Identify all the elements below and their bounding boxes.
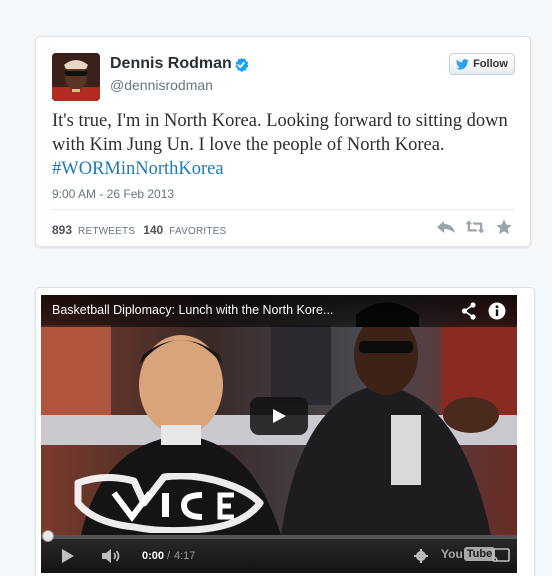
tweet-actions [436, 219, 514, 235]
settings-gear-icon[interactable] [414, 549, 428, 563]
progress-scrubber[interactable] [42, 530, 54, 542]
cast-icon[interactable] [492, 548, 510, 563]
follow-button[interactable]: Follow [449, 53, 515, 75]
embedded-tweet: Dennis Rodman @dennisrodman Follow It's … [35, 36, 531, 247]
youtube-logo-tube: Tube [463, 547, 496, 561]
retweet-icon[interactable] [465, 219, 485, 235]
verified-badge-icon [235, 57, 249, 73]
tweet-body: It's true, I'm in North Korea. Looking f… [52, 109, 522, 181]
player-controls: 0:00 / 4:17 You Tube [41, 530, 517, 573]
hashtag-link[interactable]: #WORMinNorthKorea [52, 159, 224, 179]
favorite-icon[interactable] [494, 219, 514, 235]
volume-icon[interactable] [101, 548, 121, 564]
time-separator: / [167, 550, 171, 562]
info-icon[interactable] [488, 302, 506, 320]
favorite-label: FAVORITES [169, 226, 227, 237]
twitter-bird-icon [456, 58, 469, 70]
video-title-bar: Basketball Diplomacy: Lunch with the Nor… [41, 295, 517, 327]
follow-label: Follow [473, 58, 508, 70]
video-play-button[interactable] [250, 397, 308, 435]
tweet-timestamp[interactable]: 9:00 AM - 26 Feb 2013 [52, 187, 174, 201]
favorite-count[interactable]: 140 [143, 223, 163, 237]
reply-icon[interactable] [436, 219, 456, 235]
video-duration: 4:17 [174, 550, 196, 562]
video-title[interactable]: Basketball Diplomacy: Lunch with the Nor… [52, 303, 333, 317]
user-avatar[interactable] [52, 53, 100, 101]
retweet-count[interactable]: 893 [52, 223, 72, 237]
retweet-label: RETWEETS [78, 226, 136, 237]
divider [52, 209, 514, 210]
tweet-text: It's true, I'm in North Korea. Looking f… [52, 111, 508, 155]
tweet-stats: 893 RETWEETS 140 FAVORITES [52, 223, 226, 237]
youtube-player[interactable]: Basketball Diplomacy: Lunch with the Nor… [41, 295, 517, 573]
author-name[interactable]: Dennis Rodman [110, 55, 232, 73]
play-pause-icon[interactable] [61, 549, 75, 563]
progress-bar[interactable] [41, 530, 517, 542]
author-handle[interactable]: @dennisrodman [110, 77, 213, 93]
embedded-video-card: Basketball Diplomacy: Lunch with the Nor… [35, 287, 535, 576]
share-icon[interactable] [461, 302, 477, 320]
vice-watermark-logo [74, 473, 264, 533]
youtube-logo-you: You [441, 547, 463, 561]
youtube-logo[interactable]: You Tube [441, 547, 496, 561]
play-icon [273, 409, 286, 423]
current-time: 0:00 [142, 550, 165, 562]
